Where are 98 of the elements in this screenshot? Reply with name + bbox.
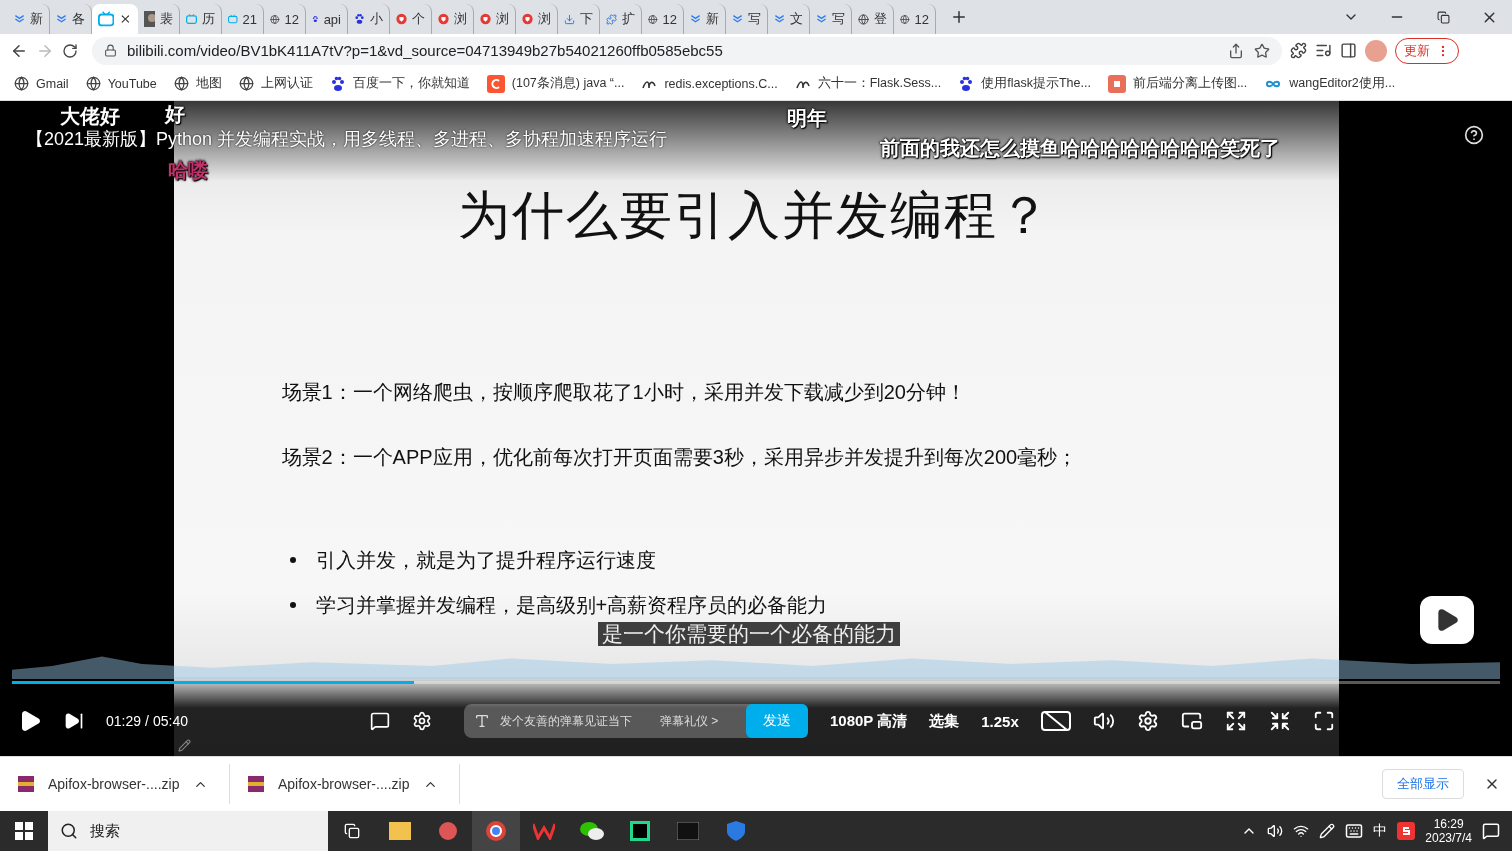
text-style-icon[interactable] [474,713,490,730]
danmaku-input[interactable]: 发个友善的弹幕见证当下 弹幕礼仪 > 发送 [464,704,808,739]
slide-text: 场景1：一个网络爬虫，按顺序爬取花了1小时，采用并发下载减少到20分钟！ [281,379,967,405]
bookmark-star-icon[interactable] [1254,42,1270,59]
bookmark-item[interactable]: 前后端分离上传图... [1107,74,1248,93]
web-fullscreen-icon[interactable] [1268,710,1291,733]
reload-icon[interactable] [62,42,78,59]
notification-icon[interactable] [1482,822,1500,840]
slide-text: 场景2：一个APP应用，优化前每次打开页面需要3秒，采用异步并发提升到每次200毫秒； [281,444,1078,470]
bookmark-item[interactable]: redis.exceptions.C... [641,75,778,92]
current-time: 01:29 [106,713,142,730]
subtitle-off-icon[interactable] [1040,710,1071,733]
settings-icon[interactable] [1136,710,1159,733]
globe-icon [173,76,189,92]
puzzle-icon [606,11,617,27]
bookmark-item[interactable]: 百度一下，你就知道 [329,75,470,93]
subtitle: 是一个你需要的一个必备的能力 [598,621,900,646]
chevron-stack-icon [774,12,785,26]
download-item[interactable]: Apifox-browser-....zip [0,764,230,805]
danmaku-settings-icon[interactable] [412,711,432,732]
globe-icon [858,11,869,27]
globe-icon [85,76,101,92]
tv-icon [98,11,115,27]
chevron-stack-icon [14,12,25,26]
bookmark-item[interactable]: Gmail [14,76,69,92]
danmaku-comment: 大佬好 [60,103,120,129]
danmaku-toggle-icon[interactable] [370,711,390,732]
bookmark-item[interactable]: 地图 [173,75,222,93]
quality-button[interactable]: 1080P 高清 [830,711,908,731]
c-logo-icon [486,74,505,93]
danmaku-placeholder: 发个友善的弹幕见证当下 [500,712,632,730]
new-tab-icon[interactable] [950,8,968,26]
danmaku-comment: 前面的我还怎么摸鱼哈哈哈哈哈哈哈哈笑死了 [880,135,1280,161]
update-button[interactable]: 更新 [1395,37,1459,64]
shield-icon [522,11,533,27]
bookmark-item[interactable]: 使用flask提示The... [958,75,1091,93]
tv-logo-icon [1420,595,1474,644]
bullet-text: 引入并发，就是为了提升程序运行速度 [315,547,656,573]
task-view-icon[interactable] [344,823,360,839]
shield-icon [480,11,491,27]
input-app-icon[interactable] [1397,822,1416,840]
slide-heading: 为什么要引入并发编程？ [458,184,1052,246]
bookmark-item[interactable]: (107条消息) java “... [486,74,625,93]
total-time: 05:40 [152,713,188,730]
danmaku-comment: 明年 [787,105,827,131]
bookmark-item[interactable]: 六十一：Flask.Sess... [794,75,942,93]
bookmark-item[interactable]: 上网认证 [238,75,313,93]
speed-button[interactable]: 1.25x [981,712,1019,730]
bookmark-item[interactable]: wangEditor2使用... [1264,75,1396,93]
etiquette-link[interactable]: 弹幕礼仪 > [659,712,719,730]
archive-icon [18,776,34,793]
chevron-stack-icon [732,12,743,26]
address-bar[interactable]: bilibili.com/video/BV1bK411A7tV?p=1&vd_source=04713949b27b54021260ffb0585ebc55 [92,36,1282,65]
url-text: bilibili.com/video/BV1bK411A7tV?p=1&vd_source=04713949b27b54021260ffb0585ebc55 [127,42,724,60]
tv-icon [186,11,197,27]
bullet-text: 学习并掌握并发编程，是高级别+高薪资程序员的必备能力 [315,592,828,618]
globe-icon [14,76,29,92]
globe-icon [238,76,254,92]
chrome-app-icon[interactable] [472,811,520,851]
keyboard-icon[interactable] [1345,822,1364,840]
volume-icon[interactable] [1267,823,1284,839]
extensions-icon[interactable] [1290,42,1307,60]
download-item[interactable]: Apifox-browser-....zip [230,764,460,805]
close-icon[interactable] [119,12,132,26]
shield-icon [396,11,407,27]
archive-icon [248,776,264,793]
episodes-button[interactable]: 选集 [929,711,960,731]
bullet-icon [289,557,296,564]
lock-icon [104,44,117,58]
share-icon[interactable] [1228,42,1244,59]
photo-icon [144,11,155,27]
windows-logo-icon[interactable] [15,822,33,840]
chevron-stack-icon [690,12,701,26]
progress-track[interactable] [12,680,1500,684]
input-method[interactable]: 中 [1373,822,1388,840]
widescreen-icon[interactable] [1224,710,1247,733]
side-panel-icon[interactable] [1340,42,1357,60]
taskbar-search-field[interactable]: 搜索 [48,811,328,851]
show-all-button[interactable]: 全部显示 [1382,769,1464,800]
paw-icon [354,11,365,27]
shield-icon [438,11,449,27]
help-icon[interactable] [1464,124,1484,145]
fullscreen-icon[interactable] [1312,710,1335,733]
time-separator: / [145,713,149,730]
restore-icon[interactable] [1436,10,1450,24]
danmaku-comment: 好 [165,101,185,127]
paw-icon [958,75,975,92]
search-icon [60,822,78,840]
chevron-stack-icon [816,12,827,26]
next-icon[interactable] [64,711,84,732]
network-icon[interactable] [1293,823,1310,839]
square-logo-icon [1107,74,1126,93]
bullet-icon [289,602,296,609]
bookmark-item[interactable]: YouTube [85,76,157,92]
paw-icon [329,75,346,92]
chevron-stack-icon [56,12,67,26]
clock[interactable]: 16:29 2023/7/4 [1425,817,1472,845]
video-player[interactable] [0,100,1512,757]
